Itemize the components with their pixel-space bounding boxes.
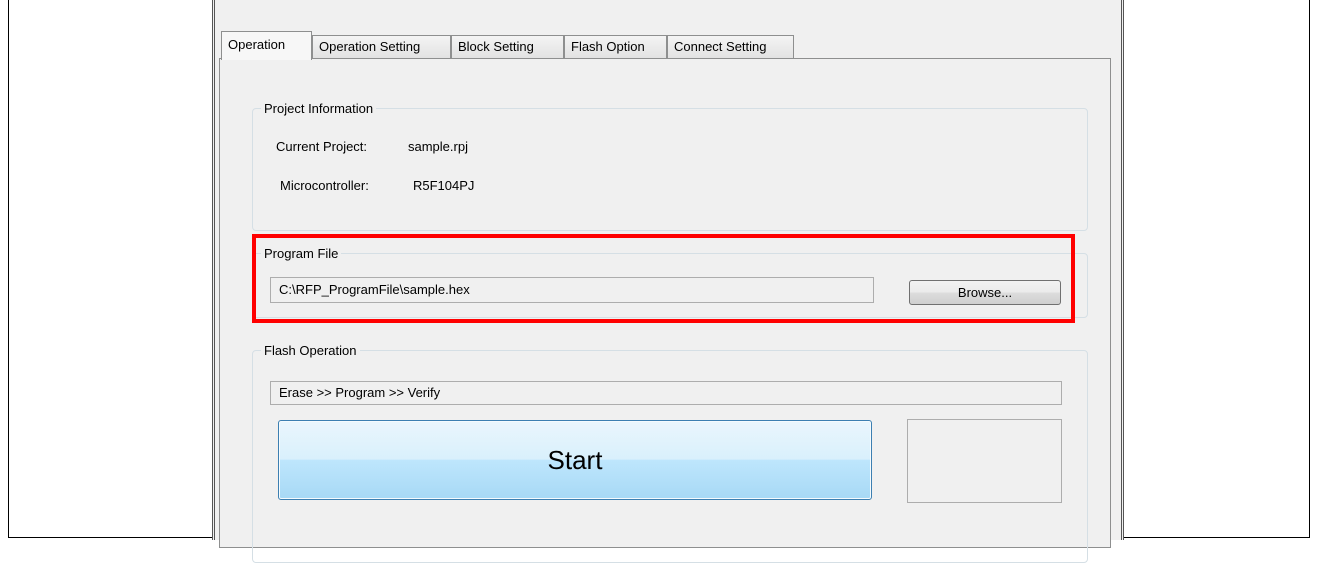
project-information-group: Project Information xyxy=(252,101,1088,231)
program-file-path-field[interactable]: C:\RFP_ProgramFile\sample.hex xyxy=(270,277,874,303)
current-project-value: sample.rpj xyxy=(408,139,468,154)
operation-sequence-field: Erase >> Program >> Verify xyxy=(270,381,1062,405)
operation-sequence-verify: Verify xyxy=(407,385,441,400)
microcontroller-value: R5F104PJ xyxy=(413,178,475,193)
tab-operation-setting[interactable]: Operation Setting xyxy=(312,35,451,58)
operation-sequence-prefix: Erase >> Program >> xyxy=(279,385,408,400)
flash-operation-legend: Flash Operation xyxy=(264,343,357,358)
operation-tab-panel: Project Information Current Project: sam… xyxy=(219,58,1111,563)
flash-programmer-window: Operation Operation Setting Block Settin… xyxy=(212,0,1124,563)
browse-button[interactable]: Browse... xyxy=(909,280,1061,305)
tab-strip: Operation Operation Setting Block Settin… xyxy=(221,31,1111,60)
tab-block-setting[interactable]: Block Setting xyxy=(451,35,564,58)
tab-operation[interactable]: Operation xyxy=(221,31,312,60)
start-button-label: Start xyxy=(547,445,603,475)
current-project-label: Current Project: xyxy=(276,139,368,154)
result-status-box xyxy=(907,419,1062,503)
project-information-legend: Project Information xyxy=(264,101,374,116)
start-button[interactable]: Start xyxy=(278,420,872,500)
program-file-legend: Program File xyxy=(264,246,339,261)
browse-button-label: Browse... xyxy=(957,285,1013,300)
tab-connect-setting[interactable]: Connect Setting xyxy=(667,35,794,58)
microcontroller-label: Microcontroller: xyxy=(280,178,369,193)
tab-flash-option[interactable]: Flash Option xyxy=(564,35,667,58)
